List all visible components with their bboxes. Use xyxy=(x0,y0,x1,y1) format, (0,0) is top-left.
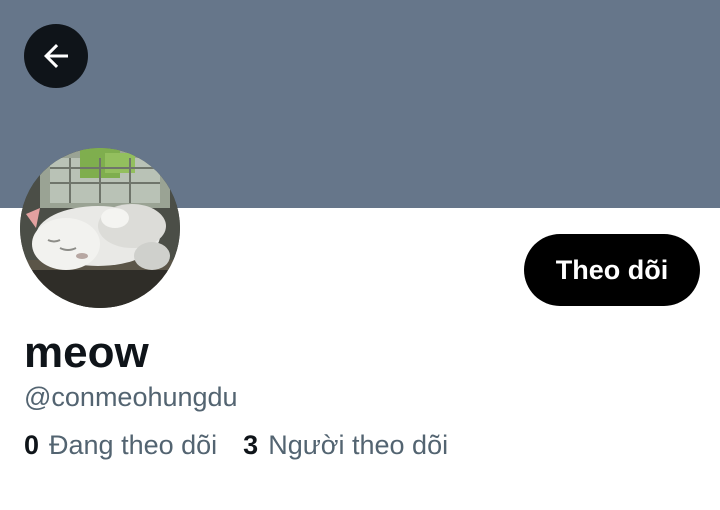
display-name: meow xyxy=(24,328,149,377)
following-count: 0 xyxy=(24,430,40,460)
back-button[interactable] xyxy=(24,24,88,88)
avatar-cat-photo xyxy=(20,148,180,308)
followers-count: 3 xyxy=(243,430,259,460)
follow-stats: 0 Đang theo dõi 3 Người theo dõi xyxy=(24,428,474,462)
following-label: Đang theo dõi xyxy=(49,430,218,460)
profile-page: Theo dõi meow @conmeohungdu 0 Đang theo … xyxy=(0,0,720,510)
username-handle: @conmeohungdu xyxy=(24,382,238,412)
avatar[interactable] xyxy=(20,148,180,308)
followers-label: Người theo dõi xyxy=(268,430,449,460)
arrow-left-icon xyxy=(38,38,74,74)
followers-stat[interactable]: 3 Người theo dõi xyxy=(243,428,448,462)
following-stat[interactable]: 0 Đang theo dõi xyxy=(24,428,217,462)
follow-button[interactable]: Theo dõi xyxy=(524,234,700,306)
